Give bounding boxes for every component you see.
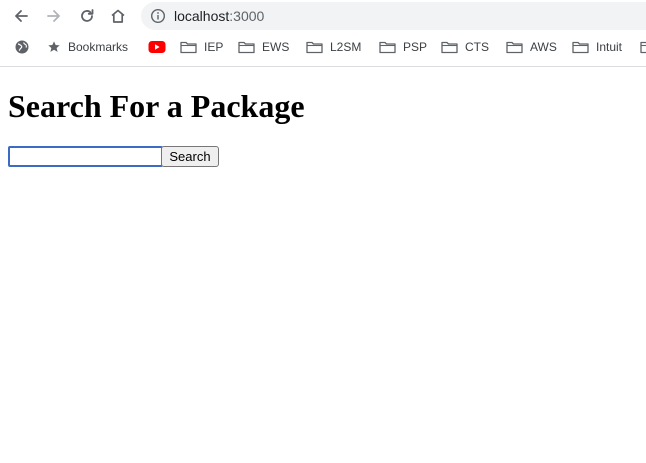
folder-icon <box>306 40 323 54</box>
bookmark-label: CTS <box>465 40 489 54</box>
star-icon <box>47 40 61 54</box>
folder-icon <box>238 40 255 54</box>
url-text[interactable]: localhost:3000 <box>174 8 264 24</box>
bookmark-item-ews[interactable]: EWS <box>238 34 289 60</box>
browser-chrome: localhost:3000 Bookmarks IEP EWS L2SM PS… <box>0 0 646 67</box>
bookmark-label: EWS <box>262 40 290 54</box>
page-title: Search For a Package <box>8 88 305 124</box>
search-input[interactable] <box>8 146 163 167</box>
bookmark-item-iep[interactable]: IEP <box>180 34 223 60</box>
page-content: Search For a Package Search <box>0 67 646 463</box>
bookmark-label: AWS <box>530 40 557 54</box>
bookmark-label: PSP <box>403 40 428 54</box>
folder-icon <box>572 40 589 54</box>
bookmark-label: IEP <box>204 40 224 54</box>
bookmark-label: Bookmarks <box>68 40 129 54</box>
home-button[interactable] <box>106 4 130 28</box>
home-icon <box>111 9 125 23</box>
arrow-right-icon <box>47 10 60 22</box>
info-icon[interactable] <box>150 8 166 24</box>
folder-icon <box>441 40 458 54</box>
bookmark-item-cts[interactable]: CTS <box>441 34 489 60</box>
bookmark-item-aws[interactable]: AWS <box>506 34 557 60</box>
bookmark-label: Intuit <box>596 40 623 54</box>
bookmark-item-overflow[interactable] <box>640 34 646 60</box>
search-button[interactable]: Search <box>161 146 219 167</box>
globe-icon <box>14 39 30 55</box>
browser-toolbar: localhost:3000 <box>0 0 646 32</box>
bookmark-item-l2sm[interactable]: L2SM <box>306 34 361 60</box>
bookmarks-bar: Bookmarks IEP EWS L2SM PSP CTS AWS Intui… <box>0 34 646 60</box>
bookmark-item-psp[interactable]: PSP <box>379 34 427 60</box>
address-bar[interactable]: localhost:3000 <box>141 2 646 30</box>
arrow-left-icon <box>15 10 28 22</box>
folder-icon <box>379 40 396 54</box>
forward-button[interactable] <box>42 4 66 28</box>
bookmark-item-bookmarks[interactable]: Bookmarks <box>47 34 128 60</box>
url-port: :3000 <box>229 8 265 24</box>
bookmark-item-intuit[interactable]: Intuit <box>572 34 622 60</box>
youtube-icon <box>148 40 166 54</box>
reload-icon <box>81 9 94 22</box>
folder-icon <box>180 40 197 54</box>
bookmark-item-youtube[interactable] <box>148 34 173 60</box>
back-button[interactable] <box>9 4 33 28</box>
reload-button[interactable] <box>75 4 99 28</box>
folder-icon <box>506 40 523 54</box>
bookmark-apps[interactable] <box>14 34 37 60</box>
bookmark-label: L2SM <box>330 40 362 54</box>
url-host: localhost <box>174 8 230 24</box>
folder-icon <box>640 40 646 54</box>
